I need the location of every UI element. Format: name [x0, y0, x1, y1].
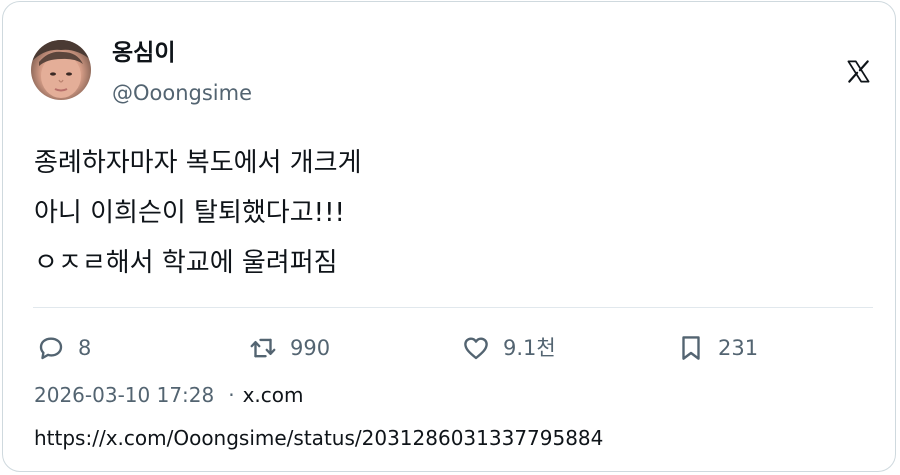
- tweet-text: 종례하자마자 복도에서 개크게 아니 이희슨이 탈퇴했다고!!! ㅇㅈㄹ해서 학…: [34, 138, 854, 288]
- divider: [33, 307, 873, 308]
- reply-count: 8: [78, 336, 92, 360]
- tweet-line: 종례하자마자 복도에서 개크게: [34, 148, 362, 178]
- meta-separator: ·: [228, 383, 235, 407]
- tweet-line: ㅇㅈㄹ해서 학교에 울려퍼짐: [34, 248, 338, 278]
- reply-button[interactable]: 8: [36, 331, 91, 365]
- retweet-button[interactable]: 990: [248, 331, 330, 365]
- tweet-card: 옹심이 @Ooongsime 종례하자마자 복도에서 개크게 아니 이희슨이 탈…: [2, 1, 896, 472]
- timestamp[interactable]: 2026-03-10 17:28: [34, 383, 214, 407]
- display-name[interactable]: 옹심이: [112, 38, 175, 68]
- tweet-url[interactable]: https://x.com/Ooongsime/status/203128603…: [34, 423, 603, 453]
- bookmark-button[interactable]: 231: [676, 331, 758, 365]
- bookmark-icon: [682, 336, 700, 360]
- heart-icon: [464, 337, 488, 360]
- x-logo-icon[interactable]: [845, 58, 872, 85]
- like-count: 9.1천: [503, 336, 556, 360]
- retweet-icon: [250, 338, 276, 358]
- tweet-line: 아니 이희슨이 탈퇴했다고!!!: [34, 198, 345, 228]
- source-domain: x.com: [242, 383, 304, 407]
- user-handle[interactable]: @Ooongsime: [112, 78, 252, 108]
- bookmark-count: 231: [718, 336, 759, 360]
- retweet-count: 990: [290, 336, 331, 360]
- avatar-face-icon: [31, 40, 91, 98]
- reply-icon: [39, 337, 63, 360]
- tweet-meta: 2026-03-10 17:28 · x.com: [34, 380, 304, 410]
- avatar[interactable]: [31, 40, 91, 100]
- like-button[interactable]: 9.1천: [461, 331, 556, 365]
